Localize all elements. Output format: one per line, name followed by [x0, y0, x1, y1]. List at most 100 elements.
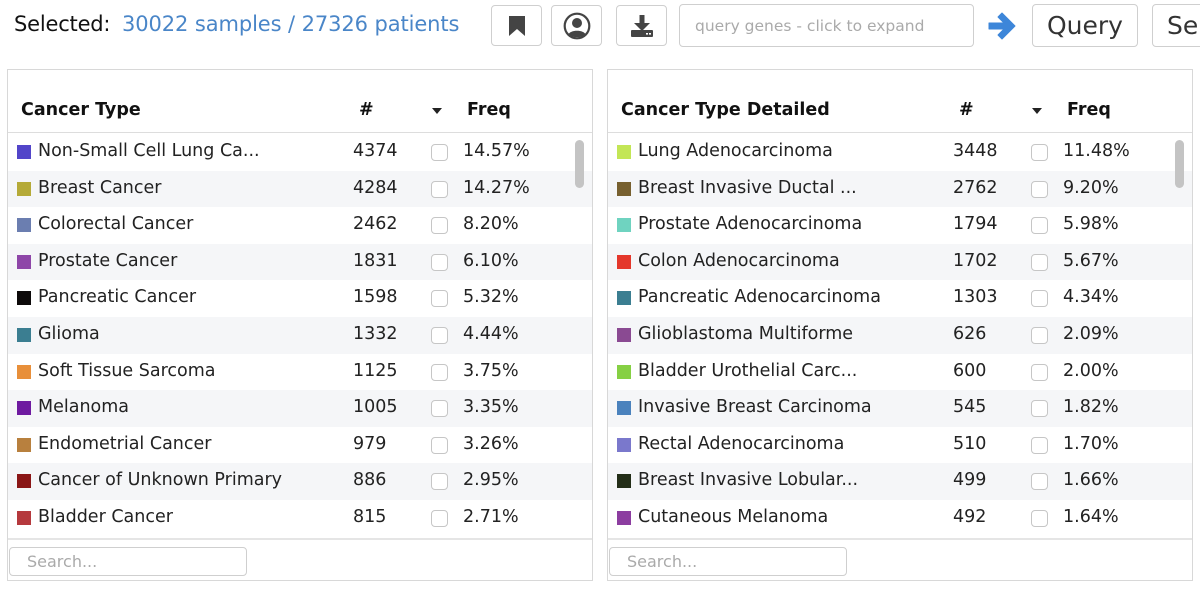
query-genes-input[interactable]: [679, 4, 974, 47]
row-checkbox[interactable]: [431, 327, 448, 344]
table-row[interactable]: Breast Cancer 4284 14.27%: [8, 170, 592, 208]
table-row[interactable]: Prostate Adenocarcinoma 1794 5.98%: [608, 207, 1192, 244]
scrollbar[interactable]: [575, 140, 584, 188]
row-checkbox[interactable]: [431, 144, 448, 161]
row-name: Invasive Breast Carcinoma: [638, 397, 872, 418]
table-row[interactable]: Soft Tissue Sarcoma 1125 3.75%: [8, 354, 592, 391]
search-input[interactable]: [609, 547, 847, 576]
row-count: 1702: [953, 250, 998, 271]
table-row[interactable]: Lung Adenocarcinoma 3448 11.48%: [608, 134, 1192, 171]
table-row[interactable]: Glioma 1332 4.44%: [8, 317, 592, 354]
row-count: 1005: [353, 397, 398, 418]
row-freq: 11.48%: [1063, 141, 1130, 161]
row-freq: 4.44%: [463, 324, 519, 344]
user-button[interactable]: [551, 5, 602, 46]
color-swatch: [17, 364, 31, 379]
table-row[interactable]: Pancreatic Adenocarcinoma 1303 4.34%: [608, 280, 1192, 317]
table-row[interactable]: Bladder Cancer 815 2.71%: [8, 500, 592, 537]
row-checkbox[interactable]: [1031, 144, 1048, 161]
row-name: Colon Adenocarcinoma: [638, 250, 840, 271]
row-freq: 1.66%: [1063, 470, 1119, 491]
row-count: 510: [953, 433, 987, 454]
row-name: Bladder Cancer: [38, 507, 173, 527]
table-row[interactable]: Melanoma 1005 3.35%: [8, 390, 592, 427]
caret-down-icon[interactable]: [1032, 108, 1042, 114]
color-swatch: [17, 254, 31, 269]
row-freq: 1.82%: [1063, 397, 1119, 418]
row-checkbox[interactable]: [1031, 327, 1048, 344]
row-checkbox[interactable]: [1031, 436, 1048, 454]
column-header-freq[interactable]: Freq: [1067, 100, 1111, 120]
column-header-freq[interactable]: Freq: [467, 100, 511, 120]
row-checkbox[interactable]: [431, 290, 448, 308]
row-checkbox[interactable]: [1031, 217, 1048, 235]
row-freq: 14.57%: [463, 141, 530, 161]
row-checkbox[interactable]: [431, 473, 448, 491]
table-row[interactable]: Cancer of Unknown Primary 886 2.95%: [8, 463, 592, 500]
row-freq: 2.95%: [463, 470, 519, 491]
row-checkbox[interactable]: [1031, 290, 1048, 308]
row-count: 815: [353, 507, 387, 527]
row-freq: 3.35%: [463, 397, 519, 418]
caret-down-icon[interactable]: [432, 108, 442, 114]
table-row[interactable]: Colon Adenocarcinoma 1702 5.67%: [608, 243, 1192, 281]
table-row[interactable]: Endometrial Cancer 979 3.26%: [8, 427, 592, 464]
table-row[interactable]: Glioblastoma Multiforme 626 2.09%: [608, 317, 1192, 354]
table-row[interactable]: Bladder Urothelial Carc... 600 2.00%: [608, 354, 1192, 391]
row-freq: 6.10%: [463, 250, 519, 271]
row-count: 979: [353, 433, 387, 454]
table-row[interactable]: Rectal Adenocarcinoma 510 1.70%: [608, 427, 1192, 464]
next-button[interactable]: Se: [1152, 4, 1200, 47]
row-checkbox[interactable]: [431, 436, 448, 454]
table-row[interactable]: Invasive Breast Carcinoma 545 1.82%: [608, 390, 1192, 427]
row-freq: 3.26%: [463, 433, 519, 454]
table-row[interactable]: Breast Invasive Ductal ... 2762 9.20%: [608, 170, 1192, 208]
row-checkbox[interactable]: [431, 217, 448, 235]
row-checkbox[interactable]: [1031, 400, 1048, 418]
column-header-count[interactable]: #: [359, 100, 374, 120]
row-count: 2462: [353, 214, 398, 235]
color-swatch: [17, 218, 31, 233]
column-header-name[interactable]: Cancer Type: [21, 100, 141, 120]
table-row[interactable]: Colorectal Cancer 2462 8.20%: [8, 207, 592, 244]
row-checkbox[interactable]: [431, 253, 448, 271]
color-swatch: [17, 145, 31, 159]
table-row[interactable]: Prostate Cancer 1831 6.10%: [8, 243, 592, 281]
row-count: 600: [953, 360, 987, 381]
bookmark-button[interactable]: [491, 5, 542, 46]
table-row[interactable]: Non-Small Cell Lung Ca... 4374 14.57%: [8, 134, 592, 171]
color-swatch: [617, 181, 631, 196]
row-count: 499: [953, 470, 987, 491]
row-count: 492: [953, 507, 987, 527]
selected-samples-link[interactable]: 30022 samples / 27326 patients: [122, 12, 459, 36]
row-count: 545: [953, 397, 987, 418]
column-header-count[interactable]: #: [959, 100, 974, 120]
row-freq: 2.09%: [1063, 324, 1119, 344]
color-swatch: [617, 401, 631, 416]
row-checkbox[interactable]: [1031, 253, 1048, 271]
table-row[interactable]: Cutaneous Melanoma 492 1.64%: [608, 500, 1192, 537]
row-name: Bladder Urothelial Carc...: [638, 360, 858, 381]
row-name: Soft Tissue Sarcoma: [38, 360, 216, 381]
table-row[interactable]: Breast Invasive Lobular... 499 1.66%: [608, 463, 1192, 500]
scrollbar[interactable]: [1175, 140, 1184, 188]
color-swatch: [17, 328, 31, 342]
row-checkbox[interactable]: [431, 363, 448, 381]
row-checkbox[interactable]: [1031, 510, 1048, 527]
download-button[interactable]: [616, 5, 667, 46]
row-name: Prostate Cancer: [38, 250, 178, 271]
table-header: Cancer Type Detailed # Freq: [608, 70, 1192, 133]
row-count: 1125: [353, 360, 398, 381]
search-input[interactable]: [9, 547, 247, 576]
row-checkbox[interactable]: [431, 510, 448, 527]
column-header-name[interactable]: Cancer Type Detailed: [621, 100, 830, 120]
row-checkbox[interactable]: [1031, 180, 1048, 198]
row-checkbox[interactable]: [431, 180, 448, 198]
row-checkbox[interactable]: [1031, 473, 1048, 491]
query-button[interactable]: Query: [1032, 4, 1138, 47]
row-checkbox[interactable]: [1031, 363, 1048, 381]
table-body: Lung Adenocarcinoma 3448 11.48% Breast Inva…: [608, 134, 1192, 538]
table-row[interactable]: Pancreatic Cancer 1598 5.32%: [8, 280, 592, 317]
row-freq: 9.20%: [1063, 177, 1119, 198]
row-checkbox[interactable]: [431, 400, 448, 418]
